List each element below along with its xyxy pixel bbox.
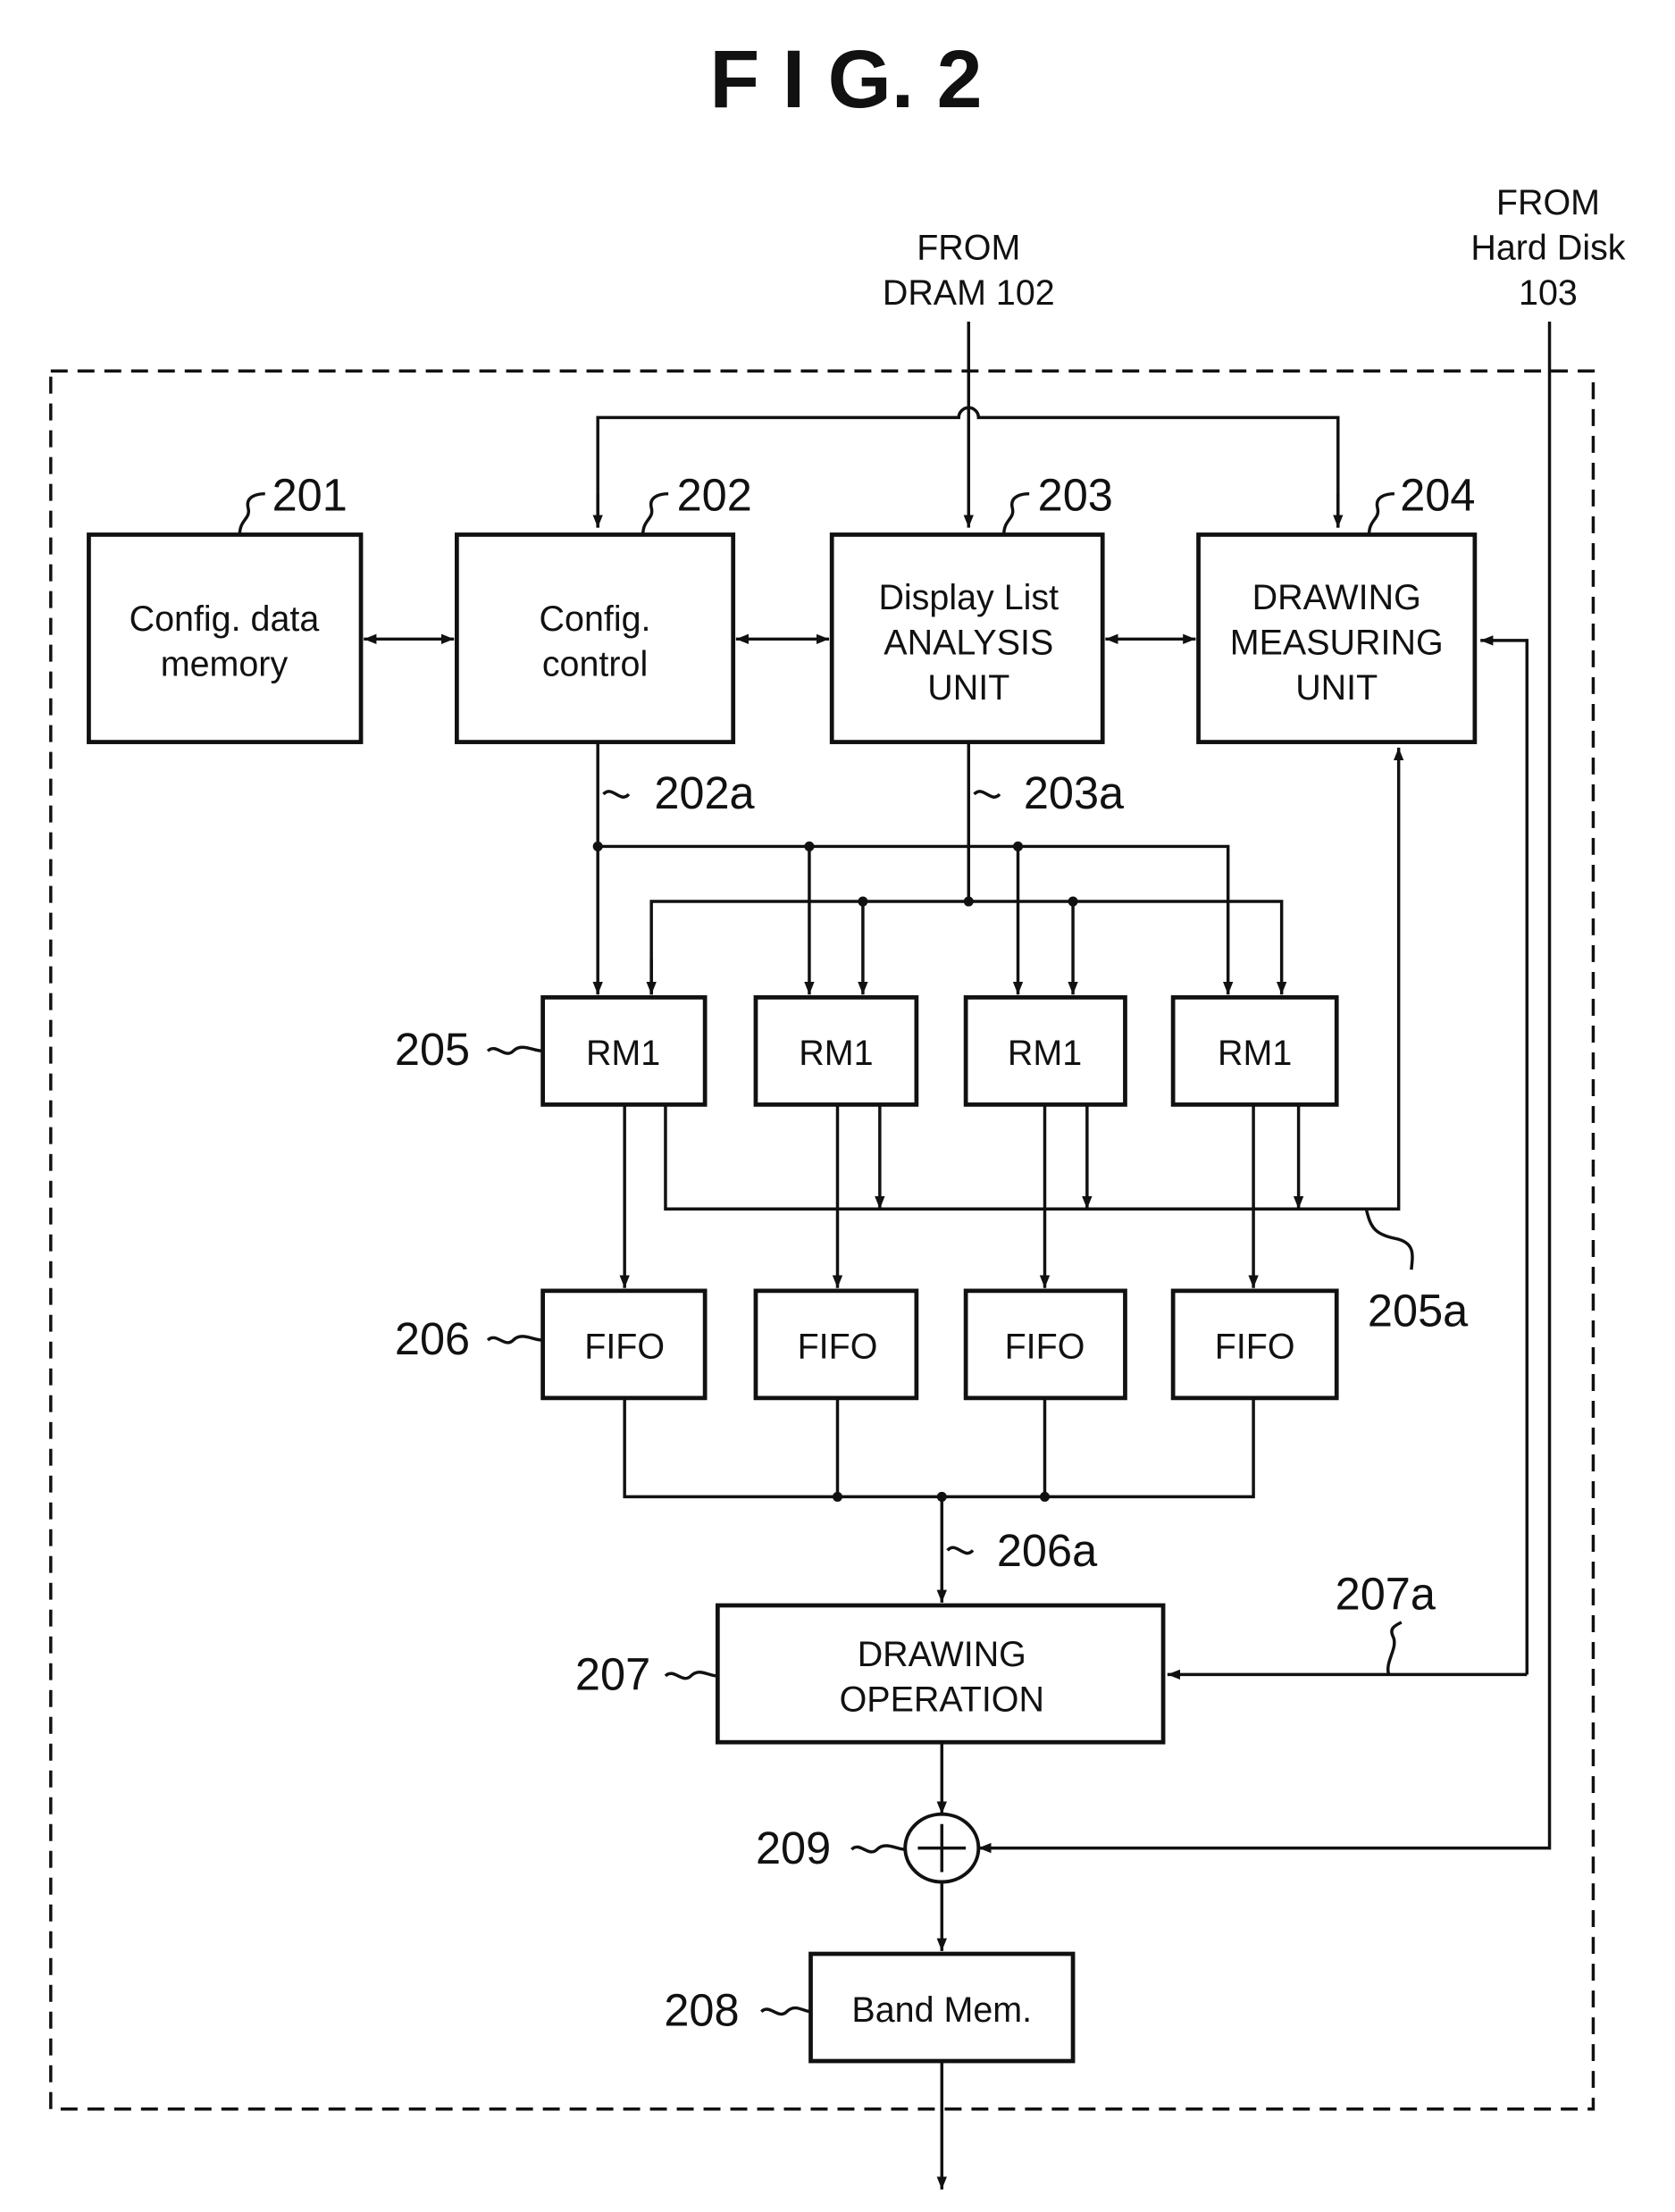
svg-text:207a: 207a: [1336, 1569, 1436, 1620]
svg-text:DRAWING: DRAWING: [1252, 578, 1421, 617]
ref-206: 206: [395, 1313, 470, 1364]
svg-text:ANALYSIS: ANALYSIS: [884, 624, 1053, 663]
svg-text:Band Mem.: Band Mem.: [851, 1990, 1032, 2030]
line-207a: [1480, 635, 1529, 1675]
svg-text:UNIT: UNIT: [927, 668, 1009, 708]
fifo-block-2: FIFO: [753, 1288, 919, 1401]
svg-text:FIFO: FIFO: [1005, 1328, 1085, 1367]
svg-text:Display List: Display List: [878, 578, 1059, 617]
svg-text:RM1: RM1: [799, 1034, 873, 1073]
rm-block-4: RM1: [1170, 995, 1339, 1107]
fifo-row: 206 FIFO FIFO FIFO FIFO: [395, 1288, 1339, 1401]
figure-title: F I G. 2: [709, 34, 982, 125]
svg-text:FIFO: FIFO: [1215, 1328, 1295, 1367]
fifo-block-4: FIFO: [1170, 1288, 1339, 1401]
fifo-block-3: FIFO: [963, 1288, 1127, 1401]
svg-text:206a: 206a: [997, 1525, 1098, 1576]
label-207a: 207a: [1336, 1569, 1436, 1675]
bus-206a: 206a: [623, 1397, 1255, 1603]
svg-text:FIFO: FIFO: [584, 1328, 665, 1367]
block-202: Config. control 202: [454, 470, 752, 744]
block-203: Display List ANALYSIS UNIT 203: [829, 470, 1113, 744]
svg-text:RM1: RM1: [586, 1034, 660, 1073]
source-hard-disk-label: FROM Hard Disk 103: [1470, 183, 1625, 313]
svg-text:Config. data: Config. data: [130, 599, 320, 639]
svg-text:Config.: Config.: [540, 599, 651, 639]
svg-text:Hard Disk: Hard Disk: [1470, 229, 1625, 268]
svg-text:control: control: [542, 644, 648, 683]
bus-202a: 202a: [592, 742, 1234, 995]
fifo-block-1: FIFO: [540, 1288, 708, 1401]
rm-row: 205 RM1 RM1 RM1 RM1: [395, 995, 1339, 1107]
rm-block-2: RM1: [753, 995, 919, 1107]
svg-text:memory: memory: [161, 644, 289, 683]
svg-text:103: 103: [1519, 273, 1578, 313]
svg-text:RM1: RM1: [1218, 1034, 1292, 1073]
svg-text:FROM: FROM: [1496, 183, 1600, 222]
ref-205: 205: [395, 1024, 470, 1075]
svg-text:208: 208: [664, 1985, 739, 2036]
svg-text:UNIT: UNIT: [1295, 668, 1378, 708]
svg-text:202a: 202a: [654, 767, 755, 818]
svg-text:207: 207: [575, 1649, 650, 1700]
svg-text:FROM: FROM: [917, 229, 1020, 268]
adder-209: 209: [756, 1812, 981, 1884]
svg-text:MEASURING: MEASURING: [1230, 624, 1444, 663]
rm-block-1: RM1: [540, 995, 708, 1107]
source-dram-label: FROM DRAM 102: [883, 229, 1055, 314]
svg-text:205a: 205a: [1368, 1285, 1469, 1336]
svg-text:203a: 203a: [1024, 767, 1125, 818]
block-201: Config. data memory 201: [87, 470, 364, 744]
svg-text:FIFO: FIFO: [798, 1328, 878, 1367]
svg-text:209: 209: [756, 1822, 831, 1873]
svg-text:RM1: RM1: [1008, 1034, 1082, 1073]
svg-text:203: 203: [1038, 470, 1113, 521]
rm-block-3: RM1: [963, 995, 1127, 1107]
svg-text:DRAM 102: DRAM 102: [883, 273, 1055, 313]
svg-text:202: 202: [677, 470, 752, 521]
svg-text:OPERATION: OPERATION: [840, 1680, 1044, 1719]
svg-text:204: 204: [1400, 470, 1475, 521]
block-208: Band Mem. 208: [664, 1951, 1076, 2064]
figure-canvas: F I G. 2 FROM DRAM 102 FROM Hard Disk 10…: [49, 34, 1626, 2190]
svg-text:DRAWING: DRAWING: [858, 1635, 1026, 1674]
block-207: DRAWING OPERATION 207: [575, 1603, 1166, 1745]
svg-text:201: 201: [272, 470, 348, 521]
